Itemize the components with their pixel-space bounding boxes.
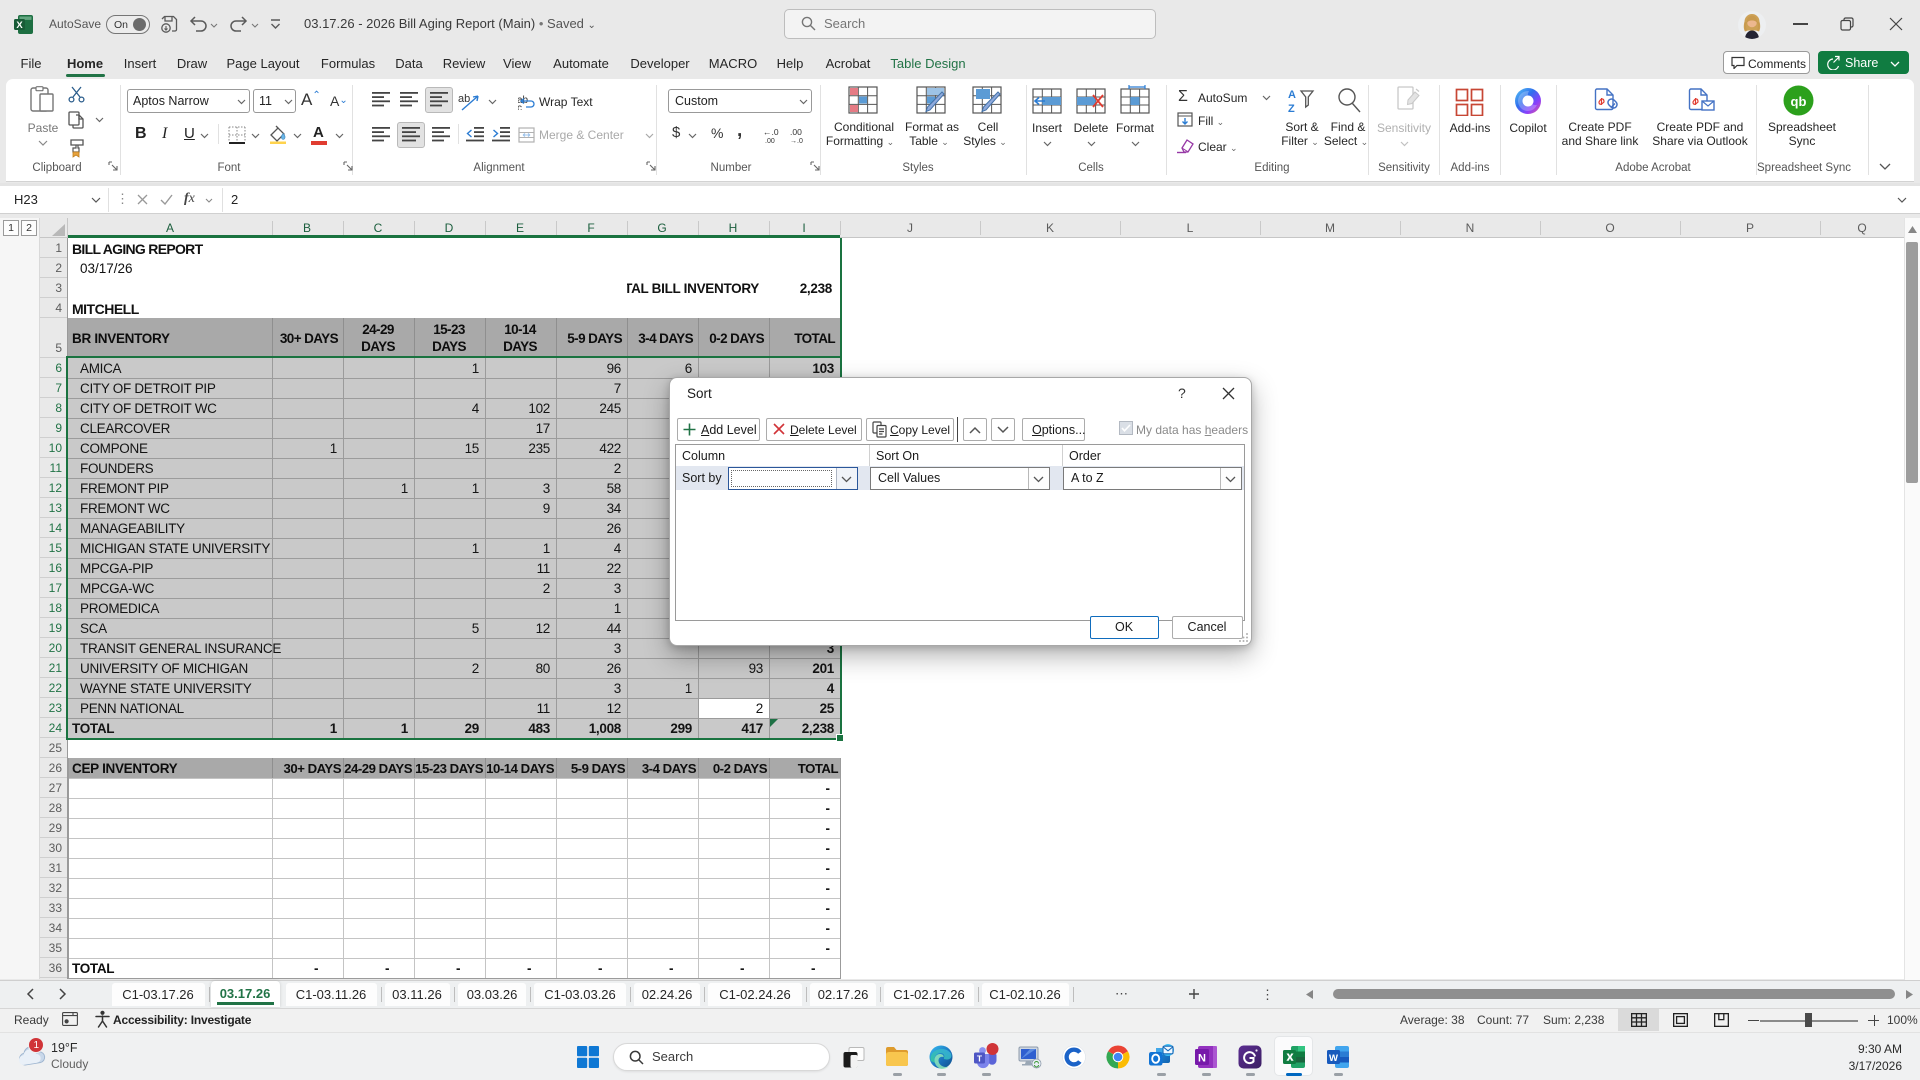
svg-text:.00: .00 <box>765 138 775 144</box>
svg-text:Z: Z <box>1288 103 1295 115</box>
svg-text:A: A <box>1288 89 1296 101</box>
svg-text:.00: .00 <box>790 127 802 137</box>
svg-text:c: c <box>518 103 522 110</box>
svg-text:qb: qb <box>1791 94 1807 109</box>
svg-text:T: T <box>977 1054 983 1064</box>
svg-text:→.0: →.0 <box>790 138 803 144</box>
svg-text:X: X <box>16 20 23 31</box>
svg-text:←.0: ←.0 <box>763 127 779 137</box>
svg-text:W: W <box>1329 1053 1338 1064</box>
svg-text:ab: ab <box>458 93 470 105</box>
svg-text:N: N <box>1198 1053 1206 1065</box>
